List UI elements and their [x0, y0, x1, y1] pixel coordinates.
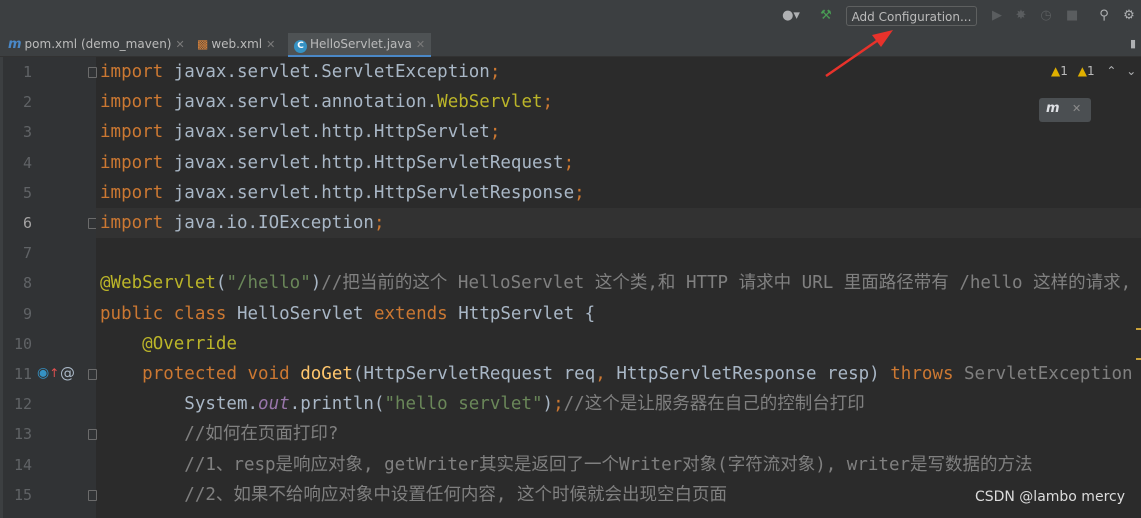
watermark: CSDN @lambo mercy — [974, 489, 1125, 505]
annotation-arrow — [825, 30, 893, 78]
